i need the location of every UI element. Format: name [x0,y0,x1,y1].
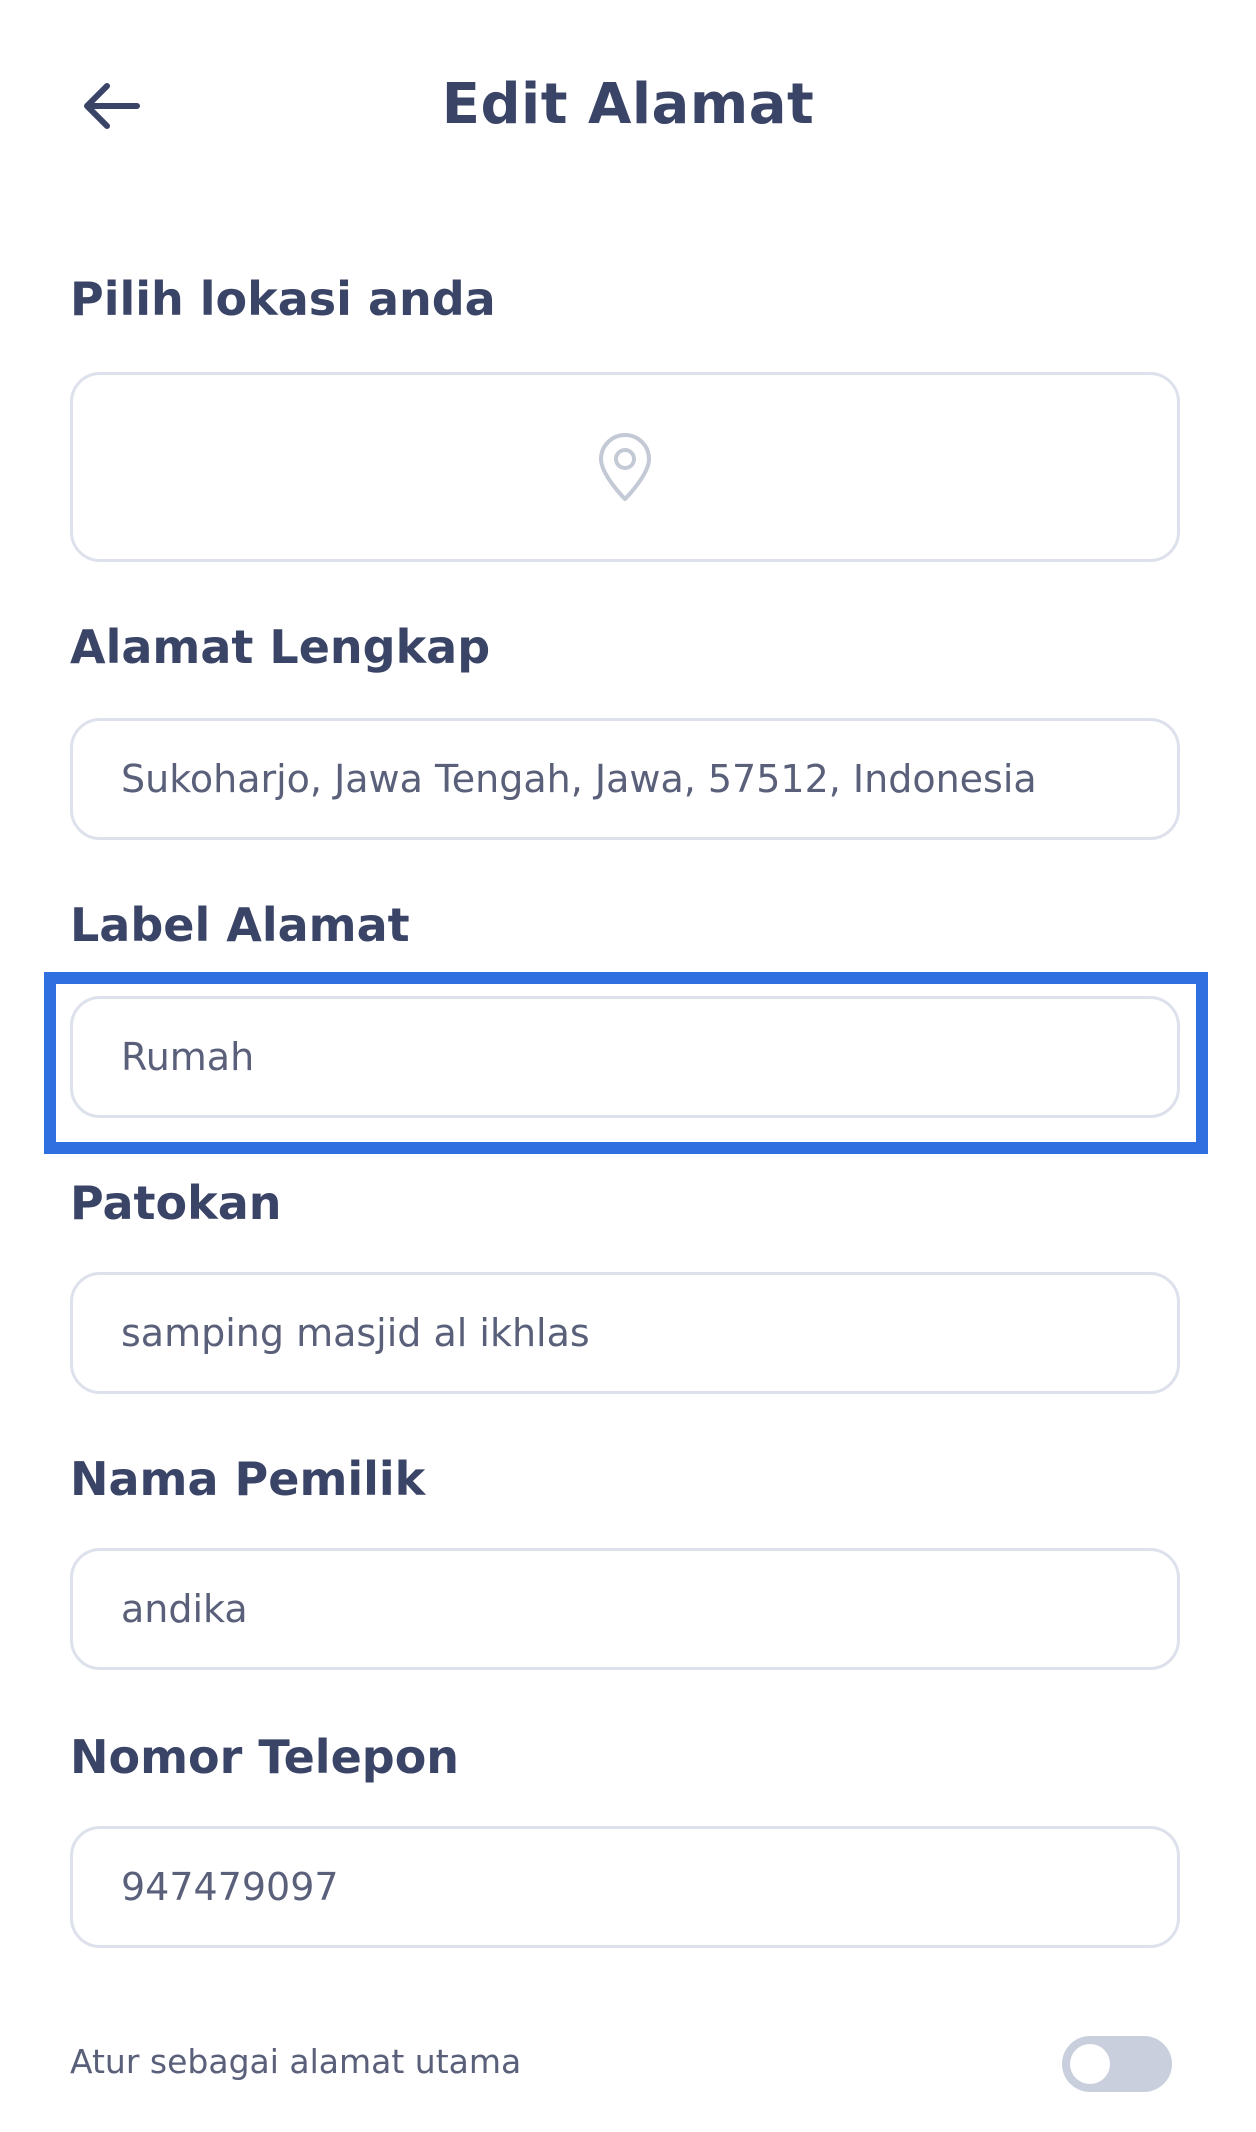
address-tag-input[interactable]: Rumah [70,996,1180,1118]
owner-name-input-value: andika [121,1587,248,1631]
phone-label: Nomor Telepon [70,1730,460,1784]
primary-address-toggle[interactable] [1062,2036,1172,2092]
phone-input[interactable]: 947479097 [70,1826,1180,1948]
address-tag-label: Label Alamat [70,898,410,952]
address-label: Alamat Lengkap [70,620,491,674]
address-input-value: Sukoharjo, Jawa Tengah, Jawa, 57512, Ind… [121,757,1037,801]
map-pin-icon [599,433,651,501]
landmark-input-value: samping masjid al ikhlas [121,1311,590,1355]
primary-address-label: Atur sebagai alamat utama [70,2042,522,2081]
app-header: Edit Alamat [0,0,1256,210]
address-input[interactable]: Sukoharjo, Jawa Tengah, Jawa, 57512, Ind… [70,718,1180,840]
page-title: Edit Alamat [441,72,815,137]
location-picker[interactable] [70,372,1180,562]
landmark-label: Patokan [70,1176,282,1230]
landmark-input[interactable]: samping masjid al ikhlas [70,1272,1180,1394]
phone-input-value: 947479097 [121,1865,339,1909]
owner-name-input[interactable]: andika [70,1548,1180,1670]
location-label: Pilih lokasi anda [70,272,496,326]
address-tag-input-value: Rumah [121,1035,255,1079]
toggle-knob [1070,2044,1110,2084]
owner-name-label: Nama Pemilik [70,1452,426,1506]
